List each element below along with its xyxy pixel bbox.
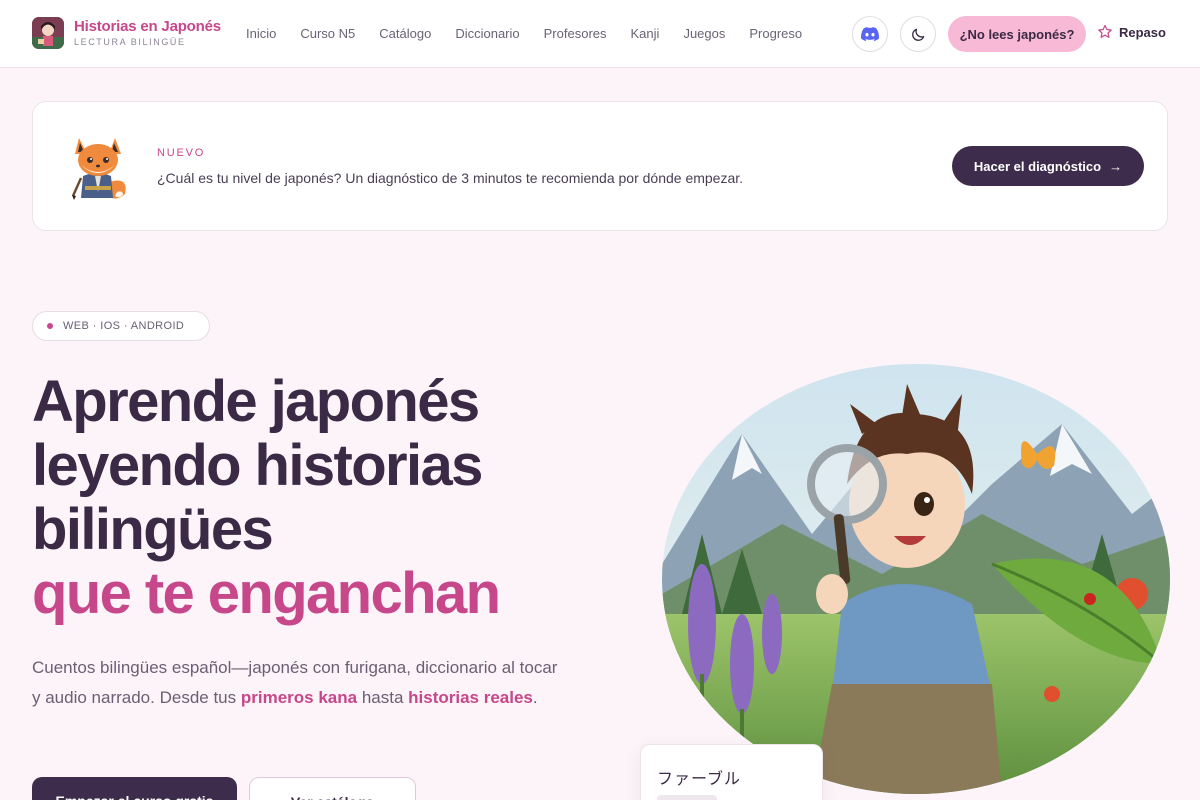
hero-illustration [662,364,1170,794]
banner-text: ¿Cuál es tu nivel de japonés? Un diagnós… [157,170,744,186]
nav-item-kanji[interactable]: Kanji [631,26,660,42]
hero-desc-bold2: historias reales [408,688,533,707]
brand-subtitle: LECTURA BILINGÜE [74,37,186,47]
nav-item-progreso[interactable]: Progreso [749,26,802,42]
hero-desc-bold1: primeros kana [240,688,358,707]
no-japanese-button[interactable]: ¿No lees japonés? [948,16,1086,52]
star-icon [1098,24,1112,38]
nav-item-diccionario[interactable]: Diccionario [455,26,519,42]
diagnostic-button-label: Hacer el diagnóstico [973,158,1102,174]
fox-mascot-icon [65,132,131,202]
hero-title: Aprende japonés leyendo historias biling… [32,370,592,626]
nav-item-curso-n5[interactable]: Curso N5 [300,26,355,42]
brand-logo-icon [32,17,64,49]
diagnostic-banner: NUEVO ¿Cuál es tu nivel de japonés? Un d… [32,101,1168,231]
nav-item-profesores[interactable]: Profesores [544,26,607,42]
view-catalog-button[interactable]: Ver catálogo [249,777,416,800]
site-header: Historias en Japonés LECTURA BILINGÜE In… [0,0,1200,68]
diagnostic-button[interactable]: Hacer el diagnóstico → [952,146,1144,186]
main-nav: Inicio Curso N5 Catálogo Diccionario Pro… [246,26,826,42]
brand-text: Historias en Japonés LECTURA BILINGÜE [74,18,221,48]
brand-link[interactable]: Historias en Japonés LECTURA BILINGÜE [32,17,221,49]
nav-item-catalogo[interactable]: Catálogo [379,26,431,42]
discord-button[interactable] [852,16,888,52]
hero-desc-part3: . [532,688,538,707]
discord-icon [861,27,879,41]
repaso-label: Repaso [1119,24,1166,40]
vocab-card[interactable]: ファーブル [640,744,823,800]
start-course-button[interactable]: Empezar el curso gratis [32,777,237,800]
moon-icon [911,28,924,41]
vocab-card-word: ファーブル [657,769,742,788]
banner-tag: NUEVO [157,147,206,159]
brand-title: Historias en Japonés [74,18,221,35]
badge-dot-icon [47,323,53,329]
hero-desc-part2: hasta [357,688,409,707]
theme-toggle-button[interactable] [900,16,936,52]
hero-title-line2: leyendo historias [32,433,483,498]
platforms-label: WEB · IOS · ANDROID [63,320,185,332]
hero-description: Cuentos bilingües español—japonés con fu… [32,653,562,713]
repaso-link[interactable]: Repaso [1097,24,1166,40]
hero-title-line1: Aprende japonés [32,369,480,434]
hero-title-line3: bilingües [32,497,274,562]
nav-item-inicio[interactable]: Inicio [246,26,276,42]
vocab-card-reading [657,795,717,800]
arrow-right-icon: → [1109,158,1123,174]
nav-item-juegos[interactable]: Juegos [683,26,725,42]
hero-title-accent: que te enganchan [32,561,501,626]
platforms-badge: WEB · IOS · ANDROID [32,311,210,341]
